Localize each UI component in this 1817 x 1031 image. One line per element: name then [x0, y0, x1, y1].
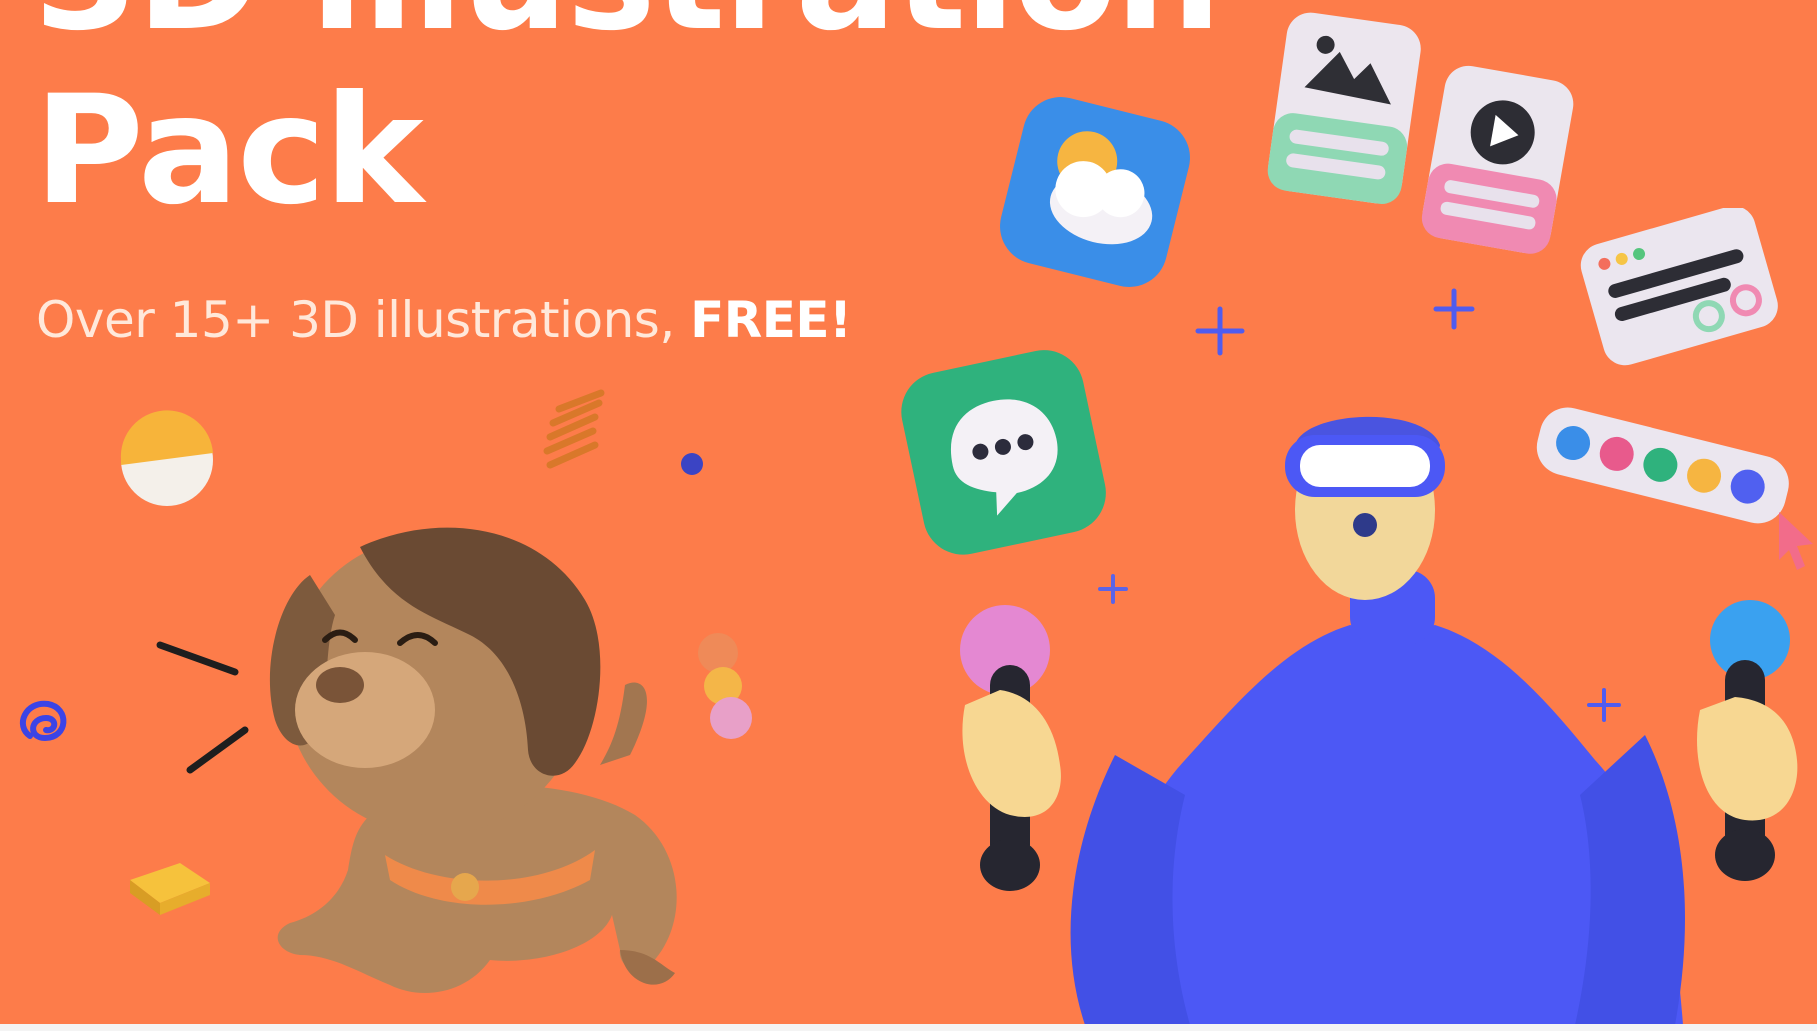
banner-title-line2: Pack: [34, 64, 424, 238]
vr-person-illustration-icon: [960, 416, 1798, 1024]
blue-dot-icon: [681, 453, 703, 475]
half-ball-icon: [120, 410, 213, 506]
weather-app-icon: [1000, 97, 1190, 287]
video-card-icon: [1421, 65, 1574, 254]
promo-banner: 3D Illustration Pack Over 15+ 3D illustr…: [0, 0, 1817, 1024]
cheese-block-icon: [130, 863, 210, 915]
image-card-icon: [1267, 12, 1421, 204]
plus-icon: [1433, 288, 1475, 330]
spring-coil-icon: [543, 389, 605, 469]
bottom-strip: [0, 1024, 1817, 1031]
banner-subtitle: Over 15+ 3D illustrations, FREE!: [36, 290, 852, 350]
plus-icon: [1195, 306, 1245, 356]
squiggle-icon: [19, 700, 67, 742]
banner-title-line1: 3D Illustration: [34, 0, 1222, 52]
subtitle-text: Over 15+ 3D illustrations,: [36, 291, 691, 349]
text-window-icon: [1580, 208, 1778, 366]
dog-illustration-icon: [269, 527, 677, 993]
subtitle-emphasis: FREE!: [690, 291, 852, 349]
